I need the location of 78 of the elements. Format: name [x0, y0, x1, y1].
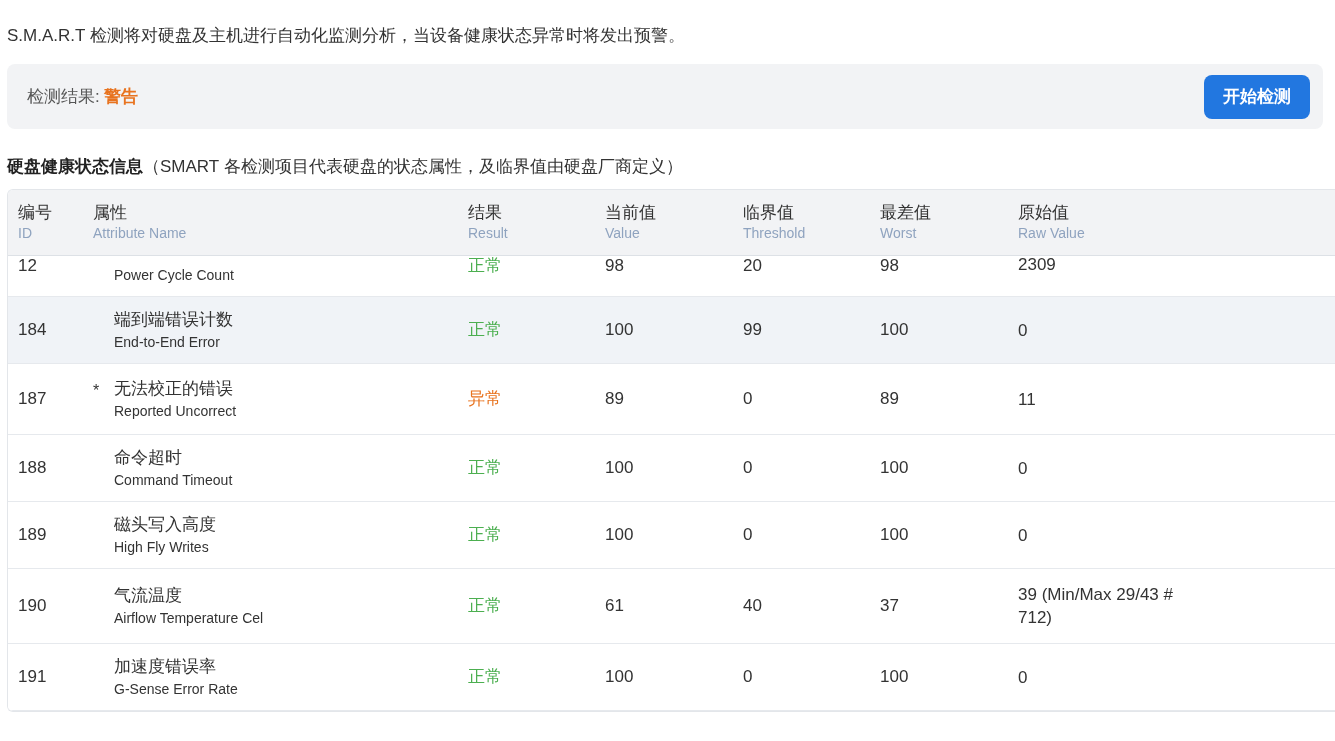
- table-cell-text: 20: [743, 255, 763, 277]
- table-cell-text: 40: [743, 595, 763, 618]
- intro-text: S.M.A.R.T 检测将对硬盘及主机进行自动化监测分析，当设备健康状态异常时将发出预警。: [7, 25, 686, 47]
- table-cell-text: 100: [880, 666, 910, 689]
- column-header: 最差值: [880, 202, 932, 224]
- table-cell-text: 100: [605, 319, 635, 342]
- table-cell-text: 189: [18, 524, 48, 547]
- result-status: 正常: [468, 255, 503, 277]
- attribute-name-english: Command Timeout: [114, 471, 233, 490]
- column-subheader: Result: [468, 224, 509, 242]
- table-cell-text: 0: [743, 524, 754, 547]
- table-cell-text: 98: [880, 255, 900, 277]
- table-cell-text: 191: [18, 666, 48, 689]
- result-label: 检测结果:: [27, 85, 100, 108]
- result-status: 正常: [468, 595, 503, 618]
- attribute-name: 气流温度: [114, 585, 183, 607]
- start-detection-button[interactable]: 开始检测: [1204, 74, 1310, 119]
- table-cell-text: 184: [18, 319, 48, 342]
- column-subheader: Threshold: [743, 224, 807, 242]
- attribute-name: 无法校正的错误: [114, 378, 234, 400]
- result-status: 正常: [468, 524, 503, 547]
- attribute-name-english: High Fly Writes: [114, 538, 210, 557]
- attribute-name-english: Airflow Temperature Cel: [114, 609, 264, 628]
- table-cell-text: 0: [743, 388, 754, 411]
- table-cell-text: 11: [1018, 388, 1037, 411]
- result-status: 正常: [468, 457, 503, 480]
- column-header: 属性: [93, 202, 128, 224]
- table-cell-text: 0: [1018, 319, 1029, 342]
- attribute-name: 端到端错误计数: [114, 309, 233, 331]
- table-cell-text: 100: [605, 524, 635, 547]
- section-title: 硬盘健康状态信息: [7, 156, 143, 178]
- attribute-name: 命令超时: [114, 447, 183, 469]
- table-cell-text: 100: [880, 457, 910, 480]
- table-cell-text: 98: [605, 255, 625, 277]
- table-cell-text: 37: [880, 595, 900, 618]
- table-cell-text: 2309: [1018, 254, 1057, 276]
- table-cell-text: 61: [605, 595, 625, 618]
- table-cell-text: 188: [18, 457, 48, 480]
- column-header: 原始值: [1018, 202, 1070, 224]
- table-cell-text: 100: [880, 524, 910, 547]
- column-header: 编号: [18, 202, 53, 224]
- result-status: 异常: [468, 388, 503, 411]
- table-cell-text: 0: [743, 457, 754, 480]
- column-header: 结果: [468, 202, 503, 224]
- table-cell-text: 190: [18, 595, 48, 618]
- table-cell-text: 12: [18, 255, 38, 277]
- table-cell-text: 99: [743, 319, 763, 342]
- attribute-name: 加速度错误率: [114, 656, 217, 678]
- table-cell-text: 89: [605, 388, 625, 411]
- table-cell-text: 100: [605, 666, 635, 689]
- result-status: 正常: [468, 666, 503, 689]
- column-header: 当前值: [605, 202, 657, 224]
- column-subheader: Raw Value: [1018, 224, 1086, 242]
- column-header: 临界值: [743, 202, 795, 224]
- column-subheader: ID: [18, 224, 33, 242]
- attribute-name-english: End-to-End Error: [114, 333, 221, 352]
- attribute-name-english: Reported Uncorrect: [114, 402, 237, 421]
- table-row[interactable]: 184 端到端错误计数 End-to-End Error 正常 100 99 100 0: [8, 297, 1335, 364]
- table-cell-text: 0: [1018, 666, 1029, 689]
- attribute-name-english: Power Cycle Count: [114, 266, 234, 285]
- result-status: 正常: [468, 319, 503, 342]
- table-cell-text: 89: [880, 388, 900, 411]
- attribute-name: 磁头写入高度: [114, 514, 216, 536]
- table-row[interactable]: 12 Power Cycle Count 正常 98 20 98 2309: [8, 256, 1335, 297]
- table-cell-text: 187: [18, 388, 48, 411]
- column-subheader: Worst: [880, 224, 918, 242]
- section-note: （SMART 各检测项目代表硬盘的状态属性，及临界值由硬盘厂商定义）: [143, 156, 683, 178]
- column-subheader: Attribute Name: [93, 224, 188, 242]
- table-cell-text: 0: [1018, 524, 1029, 547]
- attribute-name-english: G-Sense Error Rate: [114, 680, 238, 699]
- table-cell-text: 100: [880, 319, 910, 342]
- table-cell-text: 100: [605, 457, 635, 480]
- attention-marker: *: [93, 381, 101, 401]
- column-subheader: Value: [605, 224, 641, 242]
- result-value: 警告: [103, 85, 138, 108]
- table-cell-text: 0: [743, 666, 754, 689]
- table-cell-text: 0: [1018, 457, 1029, 480]
- table-cell-text: 39 (Min/Max 29/43 # 712): [1018, 584, 1174, 629]
